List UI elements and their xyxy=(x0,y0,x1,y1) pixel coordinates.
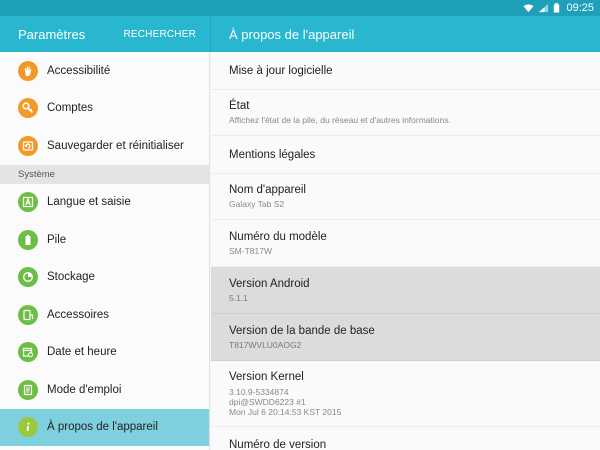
item-subtitle: Affichez l'état de la pile, du réseau et… xyxy=(229,115,451,125)
sidebar-item-storage[interactable]: Stockage xyxy=(0,259,209,297)
baseband-version-item: Version de la bande de base T817WVLU0AOG… xyxy=(211,314,600,361)
sidebar-item-backup-reset[interactable]: Sauvegarder et réinitialiser xyxy=(0,127,209,165)
key-icon xyxy=(18,98,38,119)
status-item[interactable]: État Affichez l'état de la pile, du rése… xyxy=(211,90,600,136)
sidebar-item-label: Accessibilité xyxy=(47,64,111,77)
sidebar-item-user-manual[interactable]: Mode d'emploi xyxy=(0,371,209,409)
wifi-icon xyxy=(523,4,535,13)
sidebar-item-about-device[interactable]: À propos de l'appareil xyxy=(0,408,209,446)
item-title: Version Android xyxy=(229,277,310,290)
kernel-version-item: Version Kernel 3.10.9-5334874 dpi@SWDD62… xyxy=(211,361,600,427)
manual-icon xyxy=(18,379,38,400)
model-number-item: Numéro du modèle SM-T817W xyxy=(211,220,600,267)
accessories-icon xyxy=(18,304,38,325)
sidebar-item-label: Langue et saisie xyxy=(47,196,131,209)
item-subtitle-line: dpi@SWDD6223 #1 xyxy=(229,396,306,407)
detail-title: À propos de l'appareil xyxy=(229,26,355,42)
item-title: Nom d'appareil xyxy=(229,184,306,196)
item-subtitle: 5.1.1 xyxy=(229,292,248,303)
language-icon xyxy=(18,192,38,213)
build-number-item: Numéro de version xyxy=(211,427,600,450)
item-title: Version de la bande de base xyxy=(229,324,375,337)
sidebar-item-label: À propos de l'appareil xyxy=(47,421,158,434)
detail-header: À propos de l'appareil xyxy=(210,16,600,52)
sidebar-item-label: Pile xyxy=(47,233,67,246)
hand-icon xyxy=(18,60,38,81)
android-version-item[interactable]: Version Android 5.1.1 xyxy=(211,267,600,314)
battery-icon xyxy=(18,229,38,250)
item-title: Numéro de version xyxy=(229,439,327,450)
legal-info-item[interactable]: Mentions légales xyxy=(211,136,600,174)
about-device-list: Mise à jour logicielle État Affichez l'é… xyxy=(211,52,600,450)
item-subtitle-line: 3.10.9-5334874 xyxy=(229,386,289,397)
sidebar-item-battery[interactable]: Pile xyxy=(0,221,209,259)
status-time: 09:25 xyxy=(566,2,594,14)
info-icon xyxy=(18,417,38,438)
item-subtitle: Galaxy Tab S2 xyxy=(229,199,285,209)
item-title: État xyxy=(229,100,250,112)
software-update-item[interactable]: Mise à jour logicielle xyxy=(211,52,600,90)
item-title: Version Kernel xyxy=(229,370,304,383)
settings-title: Paramètres xyxy=(18,26,86,42)
item-subtitle-line: Mon Jul 6 20:14:53 KST 2015 xyxy=(229,406,342,417)
item-title: Mentions légales xyxy=(229,148,316,161)
settings-list: Accessibilité Comptes Sauvegarder et réi… xyxy=(0,52,210,450)
item-subtitle: SM-T817W xyxy=(229,245,272,256)
item-title: Mise à jour logicielle xyxy=(229,64,333,77)
search-button[interactable]: RECHERCHER xyxy=(123,29,196,40)
storage-icon xyxy=(18,267,38,288)
battery-status-icon xyxy=(554,3,560,13)
item-title: Numéro du modèle xyxy=(229,230,327,243)
sidebar-item-accounts[interactable]: Comptes xyxy=(0,90,209,128)
status-bar: 09:25 xyxy=(0,0,600,16)
backup-icon xyxy=(18,135,38,156)
sidebar-item-label: Accessoires xyxy=(47,308,109,321)
signal-icon xyxy=(539,3,549,13)
sidebar-item-label: Comptes xyxy=(47,102,94,115)
sidebar-item-accessibility[interactable]: Accessibilité xyxy=(0,52,209,90)
sidebar-item-label: Mode d'emploi xyxy=(47,383,122,396)
sidebar-item-label: Sauvegarder et réinitialiser xyxy=(47,139,184,152)
section-header-system: Système xyxy=(0,164,209,184)
sidebar-item-accessories[interactable]: Accessoires xyxy=(0,296,209,334)
calendar-icon xyxy=(18,342,38,363)
sidebar-item-date-time[interactable]: Date et heure xyxy=(0,334,209,372)
settings-header: Paramètres RECHERCHER xyxy=(0,16,210,52)
sidebar-item-language[interactable]: Langue et saisie xyxy=(0,184,209,222)
sidebar-item-label: Stockage xyxy=(47,271,95,284)
sidebar-item-label: Date et heure xyxy=(47,346,117,359)
item-subtitle: T817WVLU0AOG2 xyxy=(229,339,302,350)
device-name-item[interactable]: Nom d'appareil Galaxy Tab S2 xyxy=(211,174,600,220)
